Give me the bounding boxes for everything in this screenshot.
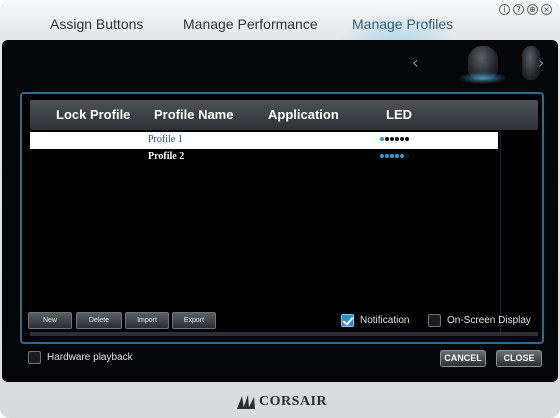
- logo-text: CORSAIR: [259, 394, 328, 409]
- table-row[interactable]: Profile 2: [30, 149, 498, 166]
- led-dot: [390, 137, 394, 141]
- table-header: Lock Profile Profile Name Application LE…: [30, 100, 538, 130]
- hardware-playback-checkbox[interactable]: [28, 351, 41, 364]
- corsair-logo: CORSAIR: [236, 394, 327, 410]
- led-dot: [390, 154, 394, 158]
- footer: CORSAIR: [0, 382, 560, 418]
- notification-label: Notification: [360, 314, 410, 326]
- led-indicator: [380, 154, 409, 158]
- column-header-led[interactable]: LED: [386, 107, 412, 122]
- cancel-button[interactable]: CANCEL: [440, 350, 486, 367]
- column-header-application[interactable]: Application: [268, 107, 339, 122]
- led-dot: [405, 137, 409, 141]
- led-indicator: [380, 137, 409, 141]
- tab-assign-buttons[interactable]: Assign Buttons: [50, 16, 143, 32]
- led-dot: [380, 154, 384, 158]
- on-screen-display-checkbox[interactable]: [428, 313, 441, 327]
- led-dot: [400, 154, 404, 158]
- column-header-lock-profile[interactable]: Lock Profile: [56, 107, 130, 122]
- led-dot: [405, 154, 409, 158]
- profiles-panel: Lock Profile Profile Name Application LE…: [20, 92, 544, 344]
- led-dot: [385, 137, 389, 141]
- new-profile-button[interactable]: New: [28, 312, 72, 329]
- mouse-device-icon[interactable]: [458, 46, 508, 84]
- panel-bottom-bar: [30, 332, 538, 336]
- device-next-icon[interactable]: ›: [538, 53, 544, 72]
- tab-manage-profiles[interactable]: Manage Profiles: [352, 16, 453, 32]
- export-profile-button[interactable]: Export: [172, 312, 216, 329]
- corsair-sails-icon: [237, 395, 255, 409]
- led-dot: [385, 154, 389, 158]
- column-header-profile-name[interactable]: Profile Name: [154, 107, 233, 122]
- on-screen-display-label: On-Screen Display: [447, 314, 531, 326]
- app-window: i ? ⊕ × Assign Buttons Manage Performanc…: [0, 0, 560, 418]
- led-dot: [380, 137, 384, 141]
- delete-profile-button[interactable]: Delete: [76, 312, 122, 329]
- notification-option[interactable]: Notification: [341, 312, 409, 328]
- notification-checkbox[interactable]: [341, 313, 354, 327]
- hardware-playback-label: Hardware playback: [47, 352, 133, 363]
- close-button[interactable]: CLOSE: [496, 350, 542, 367]
- profile-list: Profile 1 Profile 2: [30, 132, 498, 332]
- profile-name-cell: Profile 2: [148, 151, 185, 162]
- table-row[interactable]: Profile 1: [30, 132, 498, 149]
- device-prev-icon[interactable]: ‹: [412, 53, 418, 72]
- led-dot: [400, 137, 404, 141]
- led-dot: [395, 154, 399, 158]
- tab-bar: Assign Buttons Manage Performance Manage…: [0, 12, 560, 52]
- led-dot: [395, 137, 399, 141]
- import-profile-button[interactable]: Import: [125, 312, 169, 329]
- hardware-playback-option[interactable]: Hardware playback: [28, 351, 133, 364]
- on-screen-display-option[interactable]: On-Screen Display: [428, 312, 531, 328]
- tab-manage-performance[interactable]: Manage Performance: [183, 16, 318, 32]
- profile-name-cell: Profile 1: [148, 134, 183, 145]
- main-panel: ‹ › Lock Profile Profile Name Applicatio…: [2, 40, 558, 382]
- scrollbar-track[interactable]: [500, 132, 538, 332]
